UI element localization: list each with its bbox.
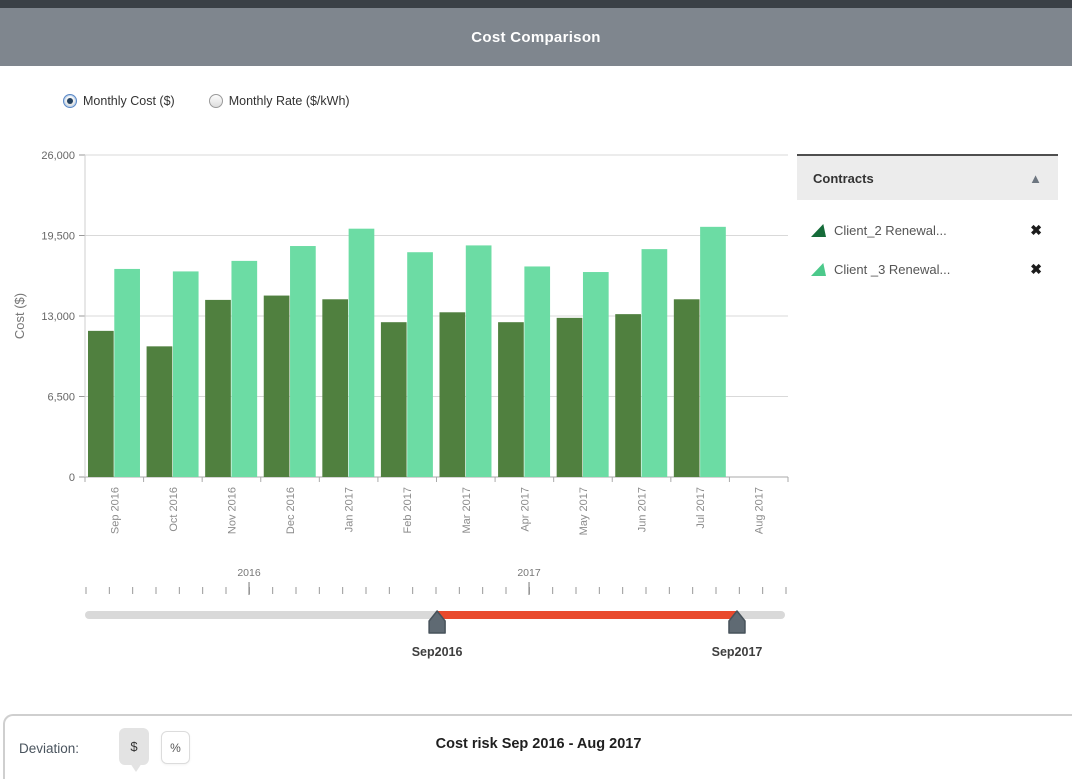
x-axis-label: Feb 2017 (402, 487, 414, 533)
bar (349, 229, 375, 477)
deviation-footer-bar: Deviation: $ % Cost risk Sep 2016 - Aug … (3, 714, 1072, 779)
x-axis-label: Jul 2017 (695, 487, 707, 529)
y-axis-tick-label: 26,000 (41, 150, 75, 162)
x-axis-label: Oct 2016 (168, 487, 180, 532)
series-color-triangle-icon (811, 263, 826, 276)
contracts-title: Contracts (813, 171, 874, 186)
bar (88, 331, 114, 477)
page-title: Cost Comparison (471, 29, 601, 46)
slider-selected-range[interactable] (437, 611, 737, 619)
bar (231, 261, 257, 477)
window-top-strip (0, 0, 1072, 8)
x-axis-label: Mar 2017 (461, 487, 473, 533)
bar (524, 266, 550, 477)
bar (147, 346, 173, 477)
date-range-slider[interactable]: 2016 2017 Sep2016 Sep2017 (0, 560, 1072, 670)
y-axis-title: Cost ($) (12, 293, 27, 339)
contract-list-item: Client _3 Renewal... ✖ (797, 261, 1058, 278)
cost-risk-title: Cost risk Sep 2016 - Aug 2017 (5, 736, 1072, 752)
contract-list-item: Client_2 Renewal... ✖ (797, 222, 1058, 239)
series-color-triangle-icon (811, 224, 826, 237)
radio-monthly-rate-label: Monthly Rate ($/kWh) (229, 94, 350, 108)
y-axis-tick-label: 6,500 (47, 392, 75, 404)
radio-button-icon[interactable] (209, 94, 223, 108)
bar (322, 299, 348, 477)
remove-contract-icon[interactable]: ✖ (1030, 222, 1042, 239)
unit-toggle-group: Monthly Cost ($) Monthly Rate ($/kWh) (63, 94, 350, 108)
y-axis-tick-label: 19,500 (41, 231, 75, 243)
slider-end-label: Sep2017 (712, 645, 763, 659)
radio-monthly-rate[interactable]: Monthly Rate ($/kWh) (209, 94, 350, 108)
contracts-panel-header[interactable]: Contracts ▲ (797, 154, 1058, 200)
bar (557, 318, 583, 477)
bar (407, 252, 433, 477)
cost-bar-chart: 0 6,500 13,000 19,500 26,000 Sep 2016 Oct 2016… (0, 140, 800, 565)
bar (642, 249, 668, 477)
bar (440, 312, 466, 477)
cost-comparison-window: Cost Comparison Monthly Cost ($) Monthly… (0, 0, 1072, 779)
x-axis-label: Aug 2017 (754, 487, 766, 534)
bar (615, 314, 641, 477)
x-axis-label: Apr 2017 (519, 487, 531, 532)
radio-monthly-cost[interactable]: Monthly Cost ($) (63, 94, 175, 108)
bar (173, 271, 199, 477)
x-axis-label: Dec 2016 (285, 487, 297, 534)
bar (466, 245, 492, 477)
bar (674, 299, 700, 477)
bar (290, 246, 316, 477)
bar (498, 322, 524, 477)
radio-button-icon[interactable] (63, 94, 77, 108)
bar (700, 227, 726, 477)
collapse-arrow-icon[interactable]: ▲ (1029, 171, 1042, 186)
bar (583, 272, 609, 477)
slider-start-label: Sep2016 (412, 645, 463, 659)
x-axis-label: Jun 2017 (637, 487, 649, 532)
x-axis-label: Nov 2016 (226, 487, 238, 534)
bar (264, 296, 290, 477)
contract-label: Client _3 Renewal... (834, 262, 1022, 277)
x-axis-label: May 2017 (578, 487, 590, 535)
x-axis-label: Sep 2016 (109, 487, 121, 534)
contracts-panel: Contracts ▲ Client_2 Renewal... ✖ Client… (797, 154, 1058, 278)
ruler-year-label: 2017 (517, 567, 541, 579)
radio-monthly-cost-label: Monthly Cost ($) (83, 94, 175, 108)
bar (114, 269, 140, 477)
titlebar: Cost Comparison (0, 8, 1072, 66)
ruler-year-label: 2016 (237, 567, 261, 579)
y-axis-tick-label: 0 (69, 472, 75, 484)
bar (205, 300, 231, 477)
selected-unit-pointer (130, 763, 142, 772)
y-axis-tick-label: 13,000 (41, 311, 75, 323)
bar (381, 322, 407, 477)
remove-contract-icon[interactable]: ✖ (1030, 261, 1042, 278)
x-axis-label: Jan 2017 (344, 487, 356, 532)
contract-label: Client_2 Renewal... (834, 223, 1022, 238)
